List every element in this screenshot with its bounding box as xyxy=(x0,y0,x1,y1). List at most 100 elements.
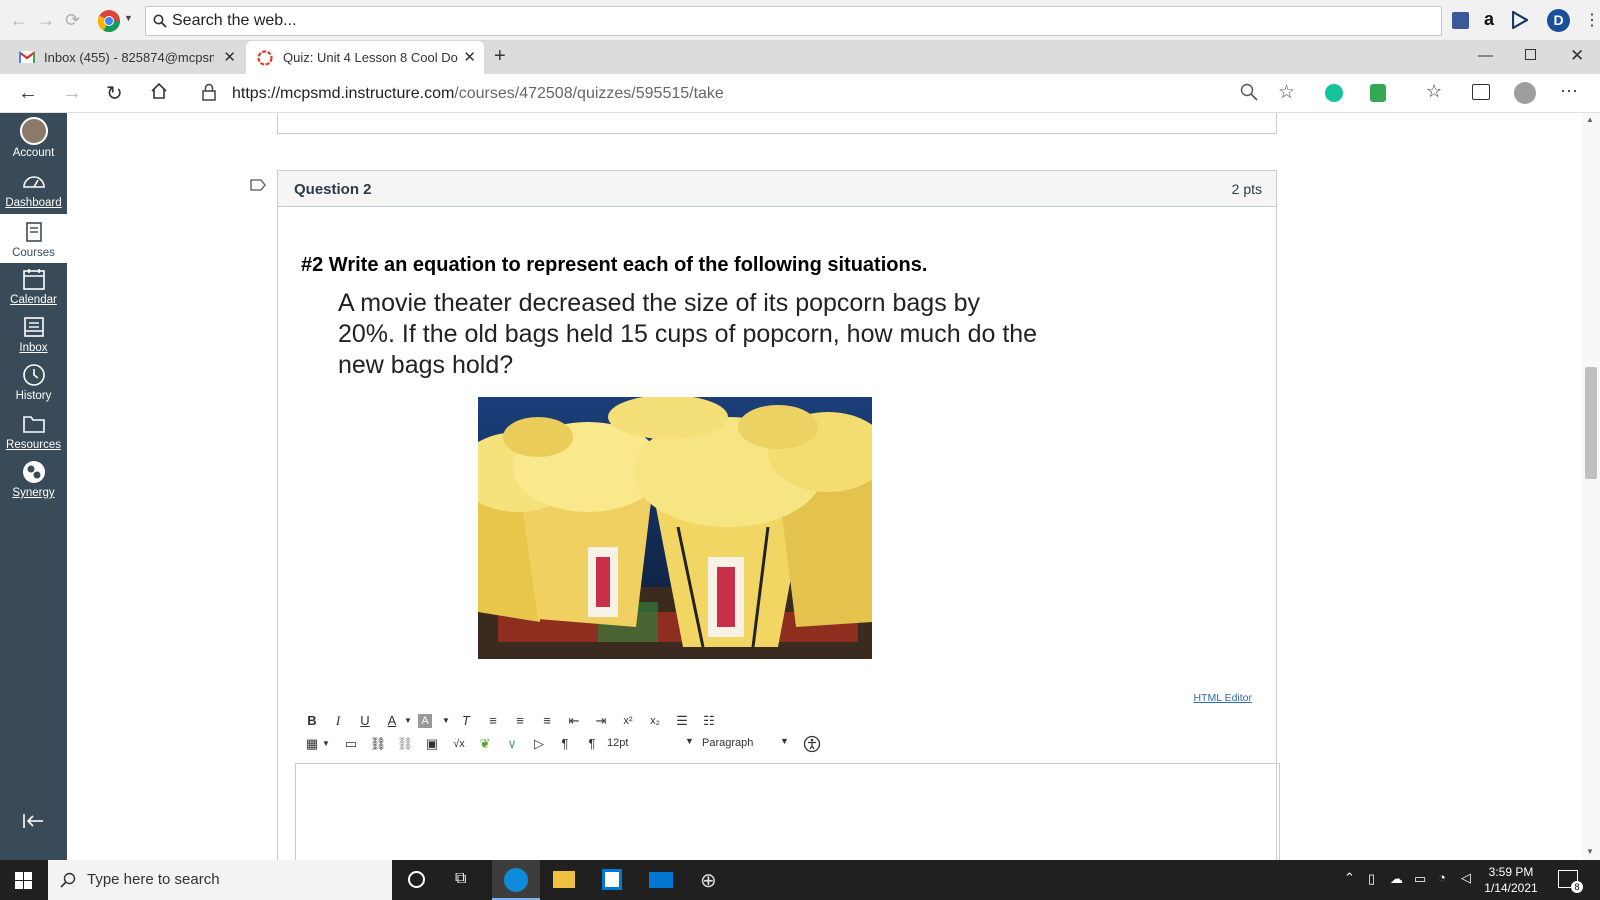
home-icon[interactable] xyxy=(150,82,168,100)
forward-icon[interactable]: → xyxy=(62,82,82,105)
store-icon[interactable] xyxy=(602,869,622,890)
back-arrow-icon[interactable]: ← xyxy=(10,10,28,31)
favorite-star-icon[interactable]: ☆ xyxy=(1278,81,1295,104)
grammarly-icon[interactable] xyxy=(1325,84,1343,102)
edge-taskbar-button[interactable] xyxy=(492,860,540,900)
profile-avatar-icon[interactable] xyxy=(1514,82,1536,104)
favorites-icon[interactable]: ☆ xyxy=(1426,81,1442,102)
restore-icon[interactable] xyxy=(1525,49,1536,60)
block-format-select[interactable]: Paragraph xyxy=(702,737,753,749)
unlink-icon[interactable]: ⛓ xyxy=(395,734,415,754)
tab-quiz[interactable]: Quiz: Unit 4 Lesson 8 Cool Down ✕ xyxy=(246,41,484,74)
mail-icon[interactable] xyxy=(649,872,673,888)
zoom-icon[interactable] xyxy=(1240,83,1258,101)
image-icon[interactable]: ▣ xyxy=(422,734,442,754)
clear-formatting-icon[interactable]: T xyxy=(456,711,476,731)
chevron-down-icon[interactable]: ▼ xyxy=(685,736,694,746)
align-center-icon[interactable]: ≡ xyxy=(510,711,530,731)
back-icon[interactable]: ← xyxy=(18,82,38,105)
scrollbar-thumb[interactable] xyxy=(1585,367,1597,479)
clock[interactable]: 3:59 PM 1/14/2021 xyxy=(1476,864,1546,896)
minimize-icon[interactable]: — xyxy=(1478,47,1493,64)
refresh-icon[interactable]: ↻ xyxy=(106,81,123,106)
chevron-up-icon[interactable]: ⌃ xyxy=(1344,870,1355,886)
amazon-icon[interactable]: a xyxy=(1484,9,1494,30)
underline-icon[interactable]: U xyxy=(355,711,375,731)
tab-inbox[interactable]: Inbox (455) - 825874@mcpsmd. ✕ xyxy=(0,41,244,74)
link-icon[interactable]: ⛓ xyxy=(368,734,388,754)
chevron-down-icon[interactable]: ▼ xyxy=(780,736,789,746)
subscript-icon[interactable]: x₂ xyxy=(645,711,665,731)
extension-icon[interactable] xyxy=(1370,84,1386,102)
equation-icon[interactable]: √x xyxy=(449,734,469,754)
url-text[interactable]: https://mcpsmd.instructure.com/courses/4… xyxy=(232,85,724,103)
align-right-icon[interactable]: ≡ xyxy=(537,711,557,731)
ltr-icon[interactable]: ¶ xyxy=(555,734,575,754)
embed-icon[interactable]: ▷ xyxy=(529,734,549,754)
scroll-up-icon[interactable]: ▲ xyxy=(1586,115,1594,124)
nav-dashboard[interactable]: Dashboard xyxy=(0,169,67,213)
new-tab-icon[interactable]: + xyxy=(494,45,506,68)
chevron-down-icon[interactable]: ▼ xyxy=(436,711,456,731)
superscript-icon[interactable]: x² xyxy=(618,711,638,731)
flag-question-icon[interactable] xyxy=(250,179,266,191)
wifi-icon[interactable]: ◔ xyxy=(1438,870,1446,885)
chevron-down-icon[interactable]: ▼ xyxy=(398,711,418,731)
rtl-icon[interactable]: ¶ xyxy=(582,734,602,754)
play-icon[interactable] xyxy=(1512,11,1528,29)
lock-icon[interactable] xyxy=(202,83,216,101)
nav-synergy[interactable]: Synergy xyxy=(0,459,67,507)
nav-calendar[interactable]: Calendar xyxy=(0,266,67,310)
notifications-icon[interactable]: 8 xyxy=(1558,870,1583,893)
forward-arrow-icon[interactable]: → xyxy=(37,10,55,31)
scroll-down-icon[interactable]: ▼ xyxy=(1586,847,1594,856)
nav-inbox[interactable]: Inbox xyxy=(0,314,67,358)
close-icon[interactable]: ✕ xyxy=(223,48,236,66)
onedrive-icon[interactable]: ☁ xyxy=(1390,871,1403,887)
nav-courses[interactable]: Courses xyxy=(0,214,67,263)
task-view-icon[interactable]: ⧉ xyxy=(455,870,466,888)
nav-resources[interactable]: Resources xyxy=(0,411,67,455)
canvas-icon xyxy=(257,50,273,66)
close-icon[interactable]: ✕ xyxy=(463,48,476,66)
windows-start-icon[interactable] xyxy=(15,872,32,889)
taskbar-search-input[interactable]: Type here to search xyxy=(48,860,392,900)
file-explorer-icon[interactable] xyxy=(553,871,575,888)
chevron-down-icon[interactable]: ▼ xyxy=(124,13,133,23)
dashlane-icon[interactable]: D xyxy=(1547,9,1570,32)
nav-account[interactable]: Account xyxy=(0,113,67,162)
chrome-logo-icon[interactable] xyxy=(97,9,121,33)
cortana-icon[interactable] xyxy=(408,871,425,888)
facebook-icon[interactable] xyxy=(1452,12,1469,29)
web-search-input[interactable]: Search the web... xyxy=(145,6,1442,36)
bold-icon[interactable]: B xyxy=(302,711,322,731)
accessibility-checker-icon[interactable] xyxy=(803,735,821,753)
outdent-icon[interactable]: ⇤ xyxy=(564,711,584,731)
align-left-icon[interactable]: ≡ xyxy=(483,711,503,731)
font-size-select[interactable]: 12pt xyxy=(607,737,628,749)
background-color-icon[interactable]: A xyxy=(418,714,432,728)
nav-history[interactable]: History xyxy=(0,362,67,406)
page-scrollbar[interactable]: ▲ ▼ xyxy=(1582,113,1600,860)
edge-icon xyxy=(504,868,528,892)
collapse-nav-icon[interactable] xyxy=(22,813,44,829)
bullet-list-icon[interactable]: ☰ xyxy=(672,711,692,731)
menu-dots-icon[interactable]: ⋮ xyxy=(1584,10,1600,30)
more-options-icon[interactable]: ··· xyxy=(1560,80,1578,101)
battery-icon[interactable]: ▭ xyxy=(1414,871,1426,887)
html-editor-link[interactable]: HTML Editor xyxy=(1193,692,1252,704)
media-icon[interactable]: ▭ xyxy=(341,734,361,754)
numbered-list-icon[interactable]: ☷ xyxy=(699,711,719,731)
collections-icon[interactable] xyxy=(1472,84,1490,100)
leaf-icon[interactable]: ❦ xyxy=(475,734,495,754)
chevron-down-icon[interactable]: ▼ xyxy=(316,734,336,754)
device-icon[interactable]: ▯ xyxy=(1368,871,1375,887)
refresh-icon[interactable]: ⟳ xyxy=(65,10,80,31)
volume-icon[interactable]: ◁ xyxy=(1461,870,1471,886)
globe-icon[interactable]: ⊕ xyxy=(700,868,717,893)
italic-icon[interactable]: I xyxy=(328,711,348,731)
lti-tool-icon[interactable]: ∨ xyxy=(502,734,522,754)
indent-icon[interactable]: ⇥ xyxy=(591,711,611,731)
window-close-icon[interactable]: ✕ xyxy=(1570,46,1584,66)
answer-editor-area[interactable] xyxy=(295,763,1280,860)
